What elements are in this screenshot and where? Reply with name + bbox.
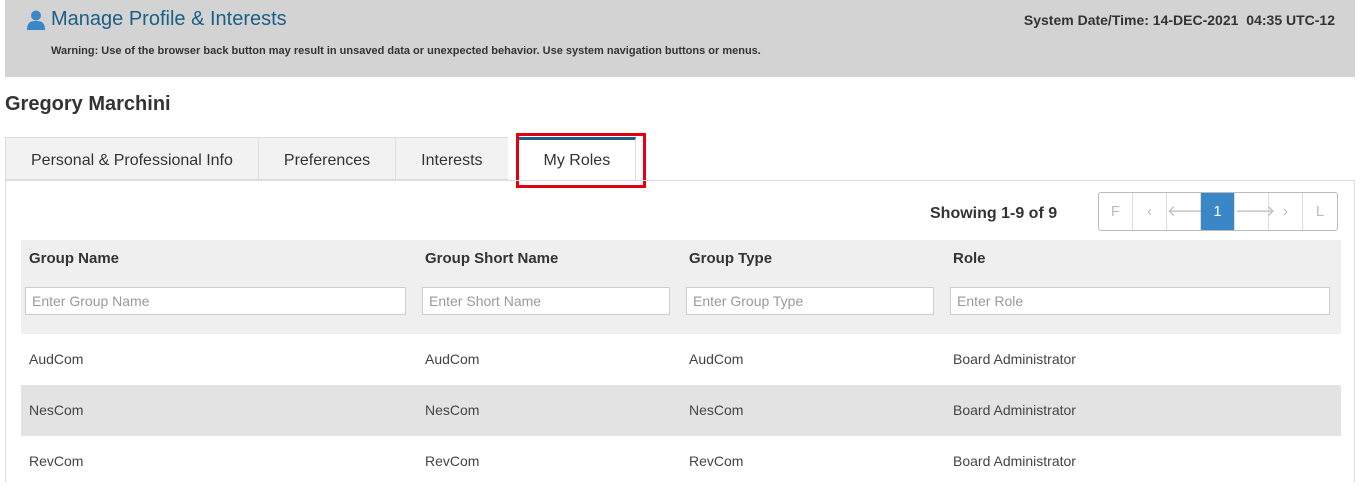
column-header-group-short-name[interactable]: Group Short Name bbox=[425, 250, 558, 267]
cell-role: Board Administrator bbox=[953, 351, 1076, 367]
current-page-button[interactable]: 1 bbox=[1201, 193, 1235, 230]
table-header: Group Name Group Short Name Group Type R… bbox=[21, 240, 1341, 334]
first-page-button[interactable]: F bbox=[1099, 193, 1133, 230]
cell-group-type: RevCom bbox=[689, 453, 744, 469]
column-header-group-name[interactable]: Group Name bbox=[29, 250, 119, 267]
cell-group-short-name: NesCom bbox=[425, 402, 480, 418]
cell-group-type: NesCom bbox=[689, 402, 744, 418]
next-page-button[interactable]: › bbox=[1269, 193, 1303, 230]
page-header: Manage Profile & Interests Warning: Use … bbox=[5, 0, 1355, 77]
profile-tabs: Personal & Professional Info Preferences… bbox=[5, 137, 637, 181]
warning-text: Warning: Use of the browser back button … bbox=[51, 45, 761, 57]
group-name-filter-input[interactable] bbox=[25, 287, 406, 315]
cell-group-name: NesCom bbox=[29, 402, 84, 418]
group-type-filter-input[interactable] bbox=[686, 287, 934, 315]
column-header-group-type[interactable]: Group Type bbox=[689, 250, 772, 267]
column-header-role[interactable]: Role bbox=[953, 250, 986, 267]
page-title: Manage Profile & Interests bbox=[27, 8, 287, 31]
system-date: System Date/Time: 14-DEC-2021 bbox=[1023, 12, 1239, 28]
role-filter-input[interactable] bbox=[950, 287, 1330, 315]
user-icon bbox=[27, 10, 45, 30]
cell-group-name: AudCom bbox=[29, 351, 84, 367]
tab-preferences[interactable]: Preferences bbox=[257, 137, 396, 180]
tab-my-roles[interactable]: My Roles bbox=[517, 137, 637, 181]
arrow-right-icon[interactable]: 🡒 bbox=[1235, 193, 1275, 230]
arrow-left-icon[interactable]: 🡐 bbox=[1167, 193, 1207, 230]
user-name: Gregory Marchini bbox=[5, 93, 171, 115]
cell-group-short-name: AudCom bbox=[425, 351, 480, 367]
previous-page-button[interactable]: ‹ bbox=[1133, 193, 1167, 230]
cell-role: Board Administrator bbox=[953, 453, 1076, 469]
results-count: Showing 1-9 of 9 bbox=[930, 205, 1058, 222]
cell-group-type: AudCom bbox=[689, 351, 744, 367]
cell-group-short-name: RevCom bbox=[425, 453, 480, 469]
pagination: F ‹ 🡐 1 🡒 › L bbox=[1098, 192, 1338, 231]
table-row[interactable]: RevCom RevCom RevCom Board Administrator bbox=[21, 436, 1341, 487]
tab-personal-professional-info[interactable]: Personal & Professional Info bbox=[5, 137, 258, 180]
table-row[interactable]: AudCom AudCom AudCom Board Administrator bbox=[21, 334, 1341, 385]
cell-group-name: RevCom bbox=[29, 453, 84, 469]
tab-interests[interactable]: Interests bbox=[395, 137, 508, 180]
table-row[interactable]: NesCom NesCom NesCom Board Administrator bbox=[21, 385, 1341, 436]
page-title-text: Manage Profile & Interests bbox=[51, 8, 287, 30]
short-name-filter-input[interactable] bbox=[422, 287, 670, 315]
cell-role: Board Administrator bbox=[953, 402, 1076, 418]
last-page-button[interactable]: L bbox=[1303, 193, 1337, 230]
system-time: 04:35 UTC-12 bbox=[1246, 12, 1335, 28]
system-datetime: System Date/Time: 14-DEC-2021 04:35 UTC-… bbox=[1020, 12, 1335, 28]
